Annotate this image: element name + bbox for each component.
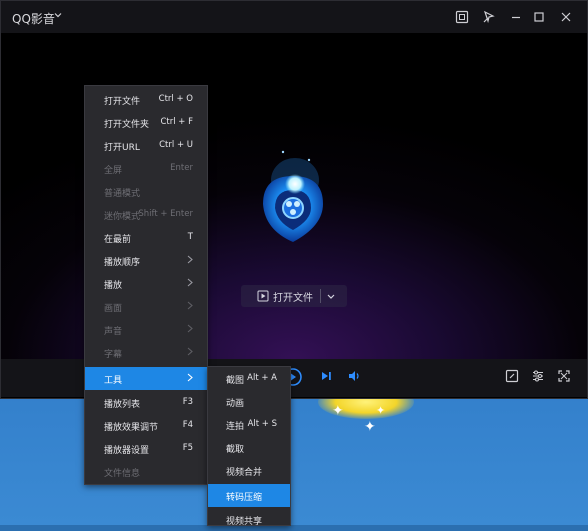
menu-item-shortcut: Ctrl + O (158, 94, 193, 104)
play-file-icon (257, 290, 269, 302)
menu-item-open-folder[interactable]: 打开文件夹 Ctrl + F (85, 111, 207, 134)
volume-icon[interactable] (347, 369, 361, 383)
menu-item-label: 播放器设置 (104, 446, 150, 456)
menu-item-label: 文件信息 (104, 469, 141, 479)
sparkle-icon: ✦ (376, 404, 386, 417)
menu-item-file-info: 文件信息 (85, 460, 207, 483)
submenu-item-transcode[interactable]: 转码压缩 (208, 484, 290, 507)
menu-item-playlist[interactable]: 播放列表 F3 (85, 391, 207, 414)
context-menu: 打开文件 Ctrl + O 打开文件夹 Ctrl + F 打开URL Ctrl … (84, 85, 208, 485)
fullscreen-icon[interactable] (557, 369, 571, 383)
menu-item-shortcut: Shift + Enter (138, 209, 193, 219)
qq-player-logo-icon (263, 150, 323, 242)
menu-item-shortcut: Ctrl + U (159, 140, 193, 150)
menu-item-label: 全屏 (104, 166, 123, 176)
screenshot-icon[interactable] (505, 369, 519, 383)
menu-item-label: 播放顺序 (104, 258, 141, 268)
menu-item-label: 播放 (104, 281, 123, 291)
menu-item-subtitles: 字幕 (85, 341, 207, 364)
chevron-right-icon (187, 278, 193, 287)
chevron-right-icon (187, 301, 193, 310)
submenu-item-screenshot[interactable]: 截图 Alt + A (208, 367, 290, 390)
menu-item-normal-mode: 普通模式 (85, 180, 207, 203)
screen-capture-icon[interactable] (455, 10, 469, 24)
menu-item-shortcut: F5 (182, 443, 193, 453)
menu-item-shortcut: Ctrl + F (160, 117, 193, 127)
minimize-icon[interactable] (509, 10, 523, 24)
chevron-down-icon[interactable] (327, 293, 335, 300)
menu-item-mini-mode: 迷你模式 Shift + Enter (85, 203, 207, 226)
open-file-label: 打开文件 (273, 293, 313, 304)
menu-item-open-file[interactable]: 打开文件 Ctrl + O (85, 88, 207, 111)
menu-item-label: 画面 (104, 304, 123, 314)
menu-item-label: 在最前 (104, 235, 132, 245)
menu-item-open-url[interactable]: 打开URL Ctrl + U (85, 134, 207, 157)
menu-item-shortcut: Alt + A (247, 373, 277, 383)
sparkle-icon: ✦ (332, 403, 344, 419)
submenu-item-video-merge[interactable]: 视频合并 (208, 459, 290, 482)
menu-item-label: 打开URL (104, 143, 140, 153)
sparkle-icon: ✦ (364, 419, 376, 435)
menu-item-shortcut: Enter (170, 163, 193, 173)
menu-item-label: 迷你模式 (104, 212, 141, 222)
menu-item-shortcut: F4 (182, 420, 193, 430)
menu-item-effects[interactable]: 播放效果调节 F4 (85, 414, 207, 437)
menu-item-play[interactable]: 播放 (85, 272, 207, 295)
divider (320, 289, 321, 303)
menu-item-label: 声音 (104, 327, 123, 337)
equalizer-icon[interactable] (531, 369, 545, 383)
maximize-icon[interactable] (532, 10, 546, 24)
menu-item-label: 工具 (104, 376, 123, 386)
submenu-item-clip[interactable]: 截取 (208, 436, 290, 459)
menu-item-label: 打开文件 (104, 97, 141, 107)
chevron-right-icon (187, 373, 193, 382)
menu-item-shortcut: Alt + S (247, 419, 277, 429)
menu-item-picture: 画面 (85, 295, 207, 318)
menu-item-label: 普通模式 (104, 189, 141, 199)
menu-item-tools[interactable]: 工具 (85, 367, 207, 390)
menu-item-shortcut: T (187, 232, 193, 242)
app-title[interactable]: QQ影音 (12, 10, 55, 27)
menu-item-label: 视频合并 (226, 468, 263, 478)
pin-icon[interactable] (482, 10, 496, 24)
tools-submenu: 截图 Alt + A 动画 连拍 Alt + S 截取 视频合并 转码压缩 视频… (207, 366, 291, 527)
submenu-item-burst-shot[interactable]: 连拍 Alt + S (208, 413, 290, 436)
menu-item-play-order[interactable]: 播放顺序 (85, 249, 207, 272)
chevron-right-icon (187, 347, 193, 356)
menu-item-label: 截图 (226, 376, 245, 386)
menu-item-audio: 声音 (85, 318, 207, 341)
menu-item-label: 字幕 (104, 350, 123, 360)
close-icon[interactable] (559, 10, 573, 24)
submenu-item-video-share[interactable]: 视频共享 (208, 508, 290, 531)
menu-item-label: 视频共享 (226, 517, 263, 527)
open-file-button[interactable]: 打开文件 (241, 285, 347, 307)
menu-item-label: 播放效果调节 (104, 423, 159, 433)
menu-item-label: 截取 (226, 445, 245, 455)
chevron-right-icon (187, 324, 193, 333)
menu-item-label: 动画 (226, 399, 245, 409)
menu-item-always-on-top[interactable]: 在最前 T (85, 226, 207, 249)
title-bar[interactable]: QQ影音 (1, 1, 587, 33)
menu-item-fullscreen: 全屏 Enter (85, 157, 207, 180)
menu-item-label: 转码压缩 (226, 493, 263, 503)
next-icon[interactable] (319, 369, 333, 383)
chevron-right-icon (187, 255, 193, 264)
menu-item-label: 连拍 (226, 422, 245, 432)
chevron-down-icon[interactable] (54, 11, 62, 19)
menu-item-label: 播放列表 (104, 400, 141, 410)
menu-item-shortcut: F3 (182, 397, 193, 407)
menu-item-settings[interactable]: 播放器设置 F5 (85, 437, 207, 460)
submenu-item-animation[interactable]: 动画 (208, 390, 290, 413)
menu-item-label: 打开文件夹 (104, 120, 150, 130)
